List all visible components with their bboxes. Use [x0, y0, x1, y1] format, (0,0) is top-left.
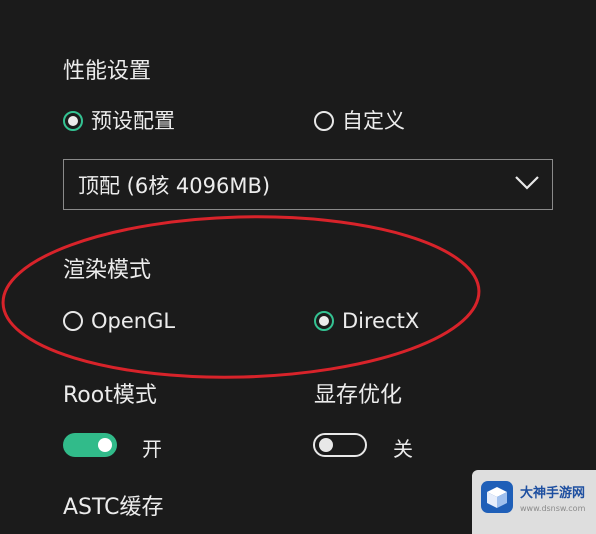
root-mode-title: Root模式 [63, 383, 157, 408]
vram-optimization-toggle[interactable] [313, 433, 367, 457]
cube-logo-icon [481, 481, 513, 513]
custom-config-radio[interactable]: 自定义 [314, 108, 405, 134]
watermark-url: www.dsnsw.com [520, 504, 586, 513]
radio-unchecked-icon [63, 311, 83, 331]
opengl-radio[interactable]: OpenGL [63, 308, 175, 334]
preset-config-radio[interactable]: 预设配置 [63, 108, 175, 134]
preset-select-value: 顶配 (6核 4096MB) [78, 173, 271, 198]
root-mode-toggle[interactable] [63, 433, 117, 457]
toggle-knob [98, 438, 112, 452]
watermark-title: 大神手游网 [520, 486, 586, 501]
astc-cache-title: ASTC缓存 [63, 495, 164, 520]
render-mode-title: 渲染模式 [63, 258, 152, 283]
custom-config-label: 自定义 [342, 109, 405, 133]
site-watermark: 大神手游网 www.dsnsw.com [472, 470, 596, 534]
root-mode-state: 开 [142, 437, 162, 461]
vram-optimization-state: 关 [393, 437, 413, 461]
chevron-down-icon [515, 176, 539, 190]
vram-optimization-title: 显存优化 [314, 383, 403, 408]
directx-radio[interactable]: DirectX [314, 308, 419, 334]
preset-config-label: 预设配置 [91, 109, 175, 133]
performance-settings-title: 性能设置 [63, 59, 152, 84]
toggle-knob [319, 438, 333, 452]
directx-label: DirectX [342, 309, 420, 333]
radio-checked-icon [314, 311, 334, 331]
radio-unchecked-icon [314, 111, 334, 131]
preset-select[interactable]: 顶配 (6核 4096MB) [63, 159, 553, 210]
radio-checked-icon [63, 111, 83, 131]
opengl-label: OpenGL [91, 309, 176, 333]
